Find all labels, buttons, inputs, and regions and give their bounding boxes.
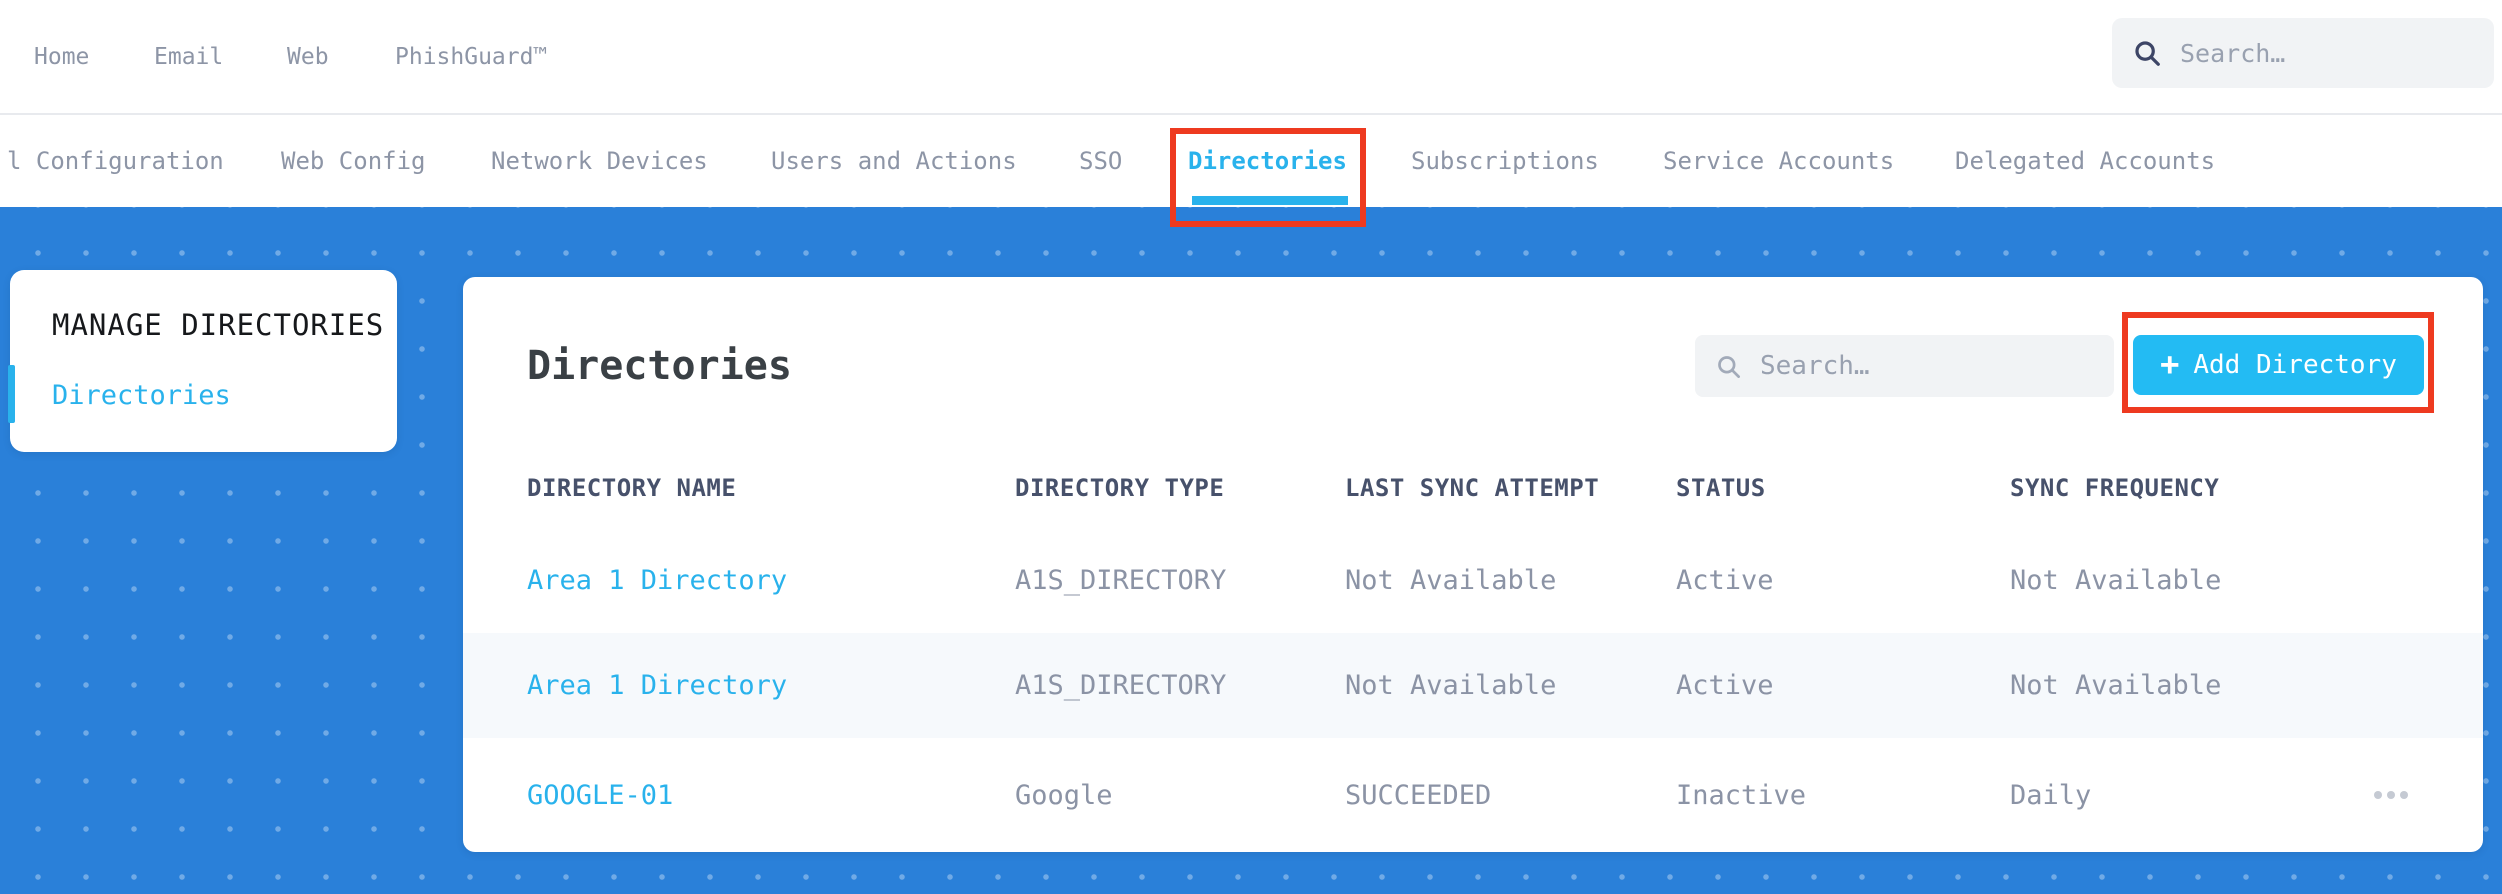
tab-sso[interactable]: SSO bbox=[1079, 115, 1122, 207]
nav-phishguard[interactable]: PhishGuard™ bbox=[395, 0, 547, 113]
tab-web-config[interactable]: Web Config bbox=[281, 115, 426, 207]
active-tab-underline bbox=[1192, 196, 1348, 205]
last-sync-cell: SUCCEEDED bbox=[1345, 779, 1492, 811]
search-icon bbox=[1715, 353, 1742, 380]
directories-search bbox=[1695, 335, 2114, 397]
tab-directories[interactable]: Directories bbox=[1188, 115, 1347, 207]
col-last-sync-attempt: LAST SYNC ATTEMPT bbox=[1345, 473, 1600, 502]
directory-type-cell: A1S_DIRECTORY bbox=[1015, 565, 1227, 596]
table-header-row: DIRECTORY NAME DIRECTORY TYPE LAST SYNC … bbox=[463, 447, 2483, 528]
tab-network-devices[interactable]: Network Devices bbox=[491, 115, 708, 207]
tab-service-accounts[interactable]: Service Accounts bbox=[1663, 115, 1894, 207]
sync-frequency-cell: Not Available bbox=[2010, 670, 2222, 701]
tab-delegated-accounts[interactable]: Delegated Accounts bbox=[1955, 115, 2215, 207]
col-directory-name: DIRECTORY NAME bbox=[527, 473, 737, 502]
directory-type-cell: Google bbox=[1015, 779, 1113, 811]
global-search bbox=[2112, 18, 2494, 88]
plus-icon: + bbox=[2160, 344, 2180, 383]
col-sync-frequency: SYNC FREQUENCY bbox=[2010, 473, 2220, 502]
tab-subscriptions[interactable]: Subscriptions bbox=[1411, 115, 1599, 207]
status-cell: Active bbox=[1676, 565, 1774, 596]
sync-frequency-cell: Not Available bbox=[2010, 565, 2222, 596]
directories-table: DIRECTORY NAME DIRECTORY TYPE LAST SYNC … bbox=[463, 447, 2483, 852]
row-menu-icon[interactable] bbox=[2370, 781, 2412, 809]
workspace-background: MANAGE DIRECTORIES Directories Directori… bbox=[0, 207, 2502, 894]
page-title: Directories bbox=[527, 343, 792, 389]
global-search-input[interactable] bbox=[2178, 37, 2474, 69]
tab-email-configuration[interactable]: l Configuration bbox=[7, 115, 224, 207]
status-cell: Active bbox=[1676, 670, 1774, 701]
table-row: Area 1 Directory A1S_DIRECTORY Not Avail… bbox=[463, 528, 2483, 633]
tab-users-and-actions[interactable]: Users and Actions bbox=[771, 115, 1017, 207]
settings-tab-bar: l Configuration Web Config Network Devic… bbox=[0, 115, 2502, 207]
directories-search-input[interactable] bbox=[1758, 350, 2094, 382]
sidebar-item-directories[interactable]: Directories bbox=[52, 380, 231, 411]
add-directory-label: Add Directory bbox=[2193, 350, 2397, 380]
sync-frequency-cell: Daily bbox=[2010, 779, 2092, 811]
col-directory-type: DIRECTORY TYPE bbox=[1015, 473, 1225, 502]
nav-email[interactable]: Email bbox=[154, 0, 223, 113]
add-directory-button[interactable]: + Add Directory bbox=[2133, 335, 2424, 395]
directory-name-link[interactable]: Area 1 Directory bbox=[527, 670, 1015, 701]
nav-web[interactable]: Web bbox=[287, 0, 329, 113]
directories-panel: Directories + Add Directory DIRECTORY NA… bbox=[463, 277, 2483, 852]
col-status: STATUS bbox=[1676, 473, 1766, 502]
table-body: Area 1 Directory A1S_DIRECTORY Not Avail… bbox=[463, 528, 2483, 852]
status-cell: Inactive bbox=[1676, 779, 1807, 811]
table-row: Area 1 Directory A1S_DIRECTORY Not Avail… bbox=[463, 633, 2483, 738]
directory-type-cell: A1S_DIRECTORY bbox=[1015, 670, 1227, 701]
top-navigation: Home Email Web PhishGuard™ bbox=[0, 0, 2502, 115]
sidebar-title: MANAGE DIRECTORIES bbox=[52, 308, 385, 342]
last-sync-cell: Not Available bbox=[1345, 670, 1557, 701]
table-row: GOOGLE-01 Google SUCCEEDED Inactive Dail… bbox=[463, 738, 2483, 852]
active-item-indicator bbox=[8, 365, 15, 423]
manage-directories-card: MANAGE DIRECTORIES Directories bbox=[8, 270, 397, 452]
directory-name-link[interactable]: GOOGLE-01 bbox=[527, 780, 1015, 811]
search-icon bbox=[2132, 38, 2162, 68]
nav-home[interactable]: Home bbox=[34, 0, 89, 113]
page: Home Email Web PhishGuard™ l Configurati… bbox=[0, 0, 2502, 894]
directory-name-link[interactable]: Area 1 Directory bbox=[527, 565, 1015, 596]
last-sync-cell: Not Available bbox=[1345, 565, 1557, 596]
